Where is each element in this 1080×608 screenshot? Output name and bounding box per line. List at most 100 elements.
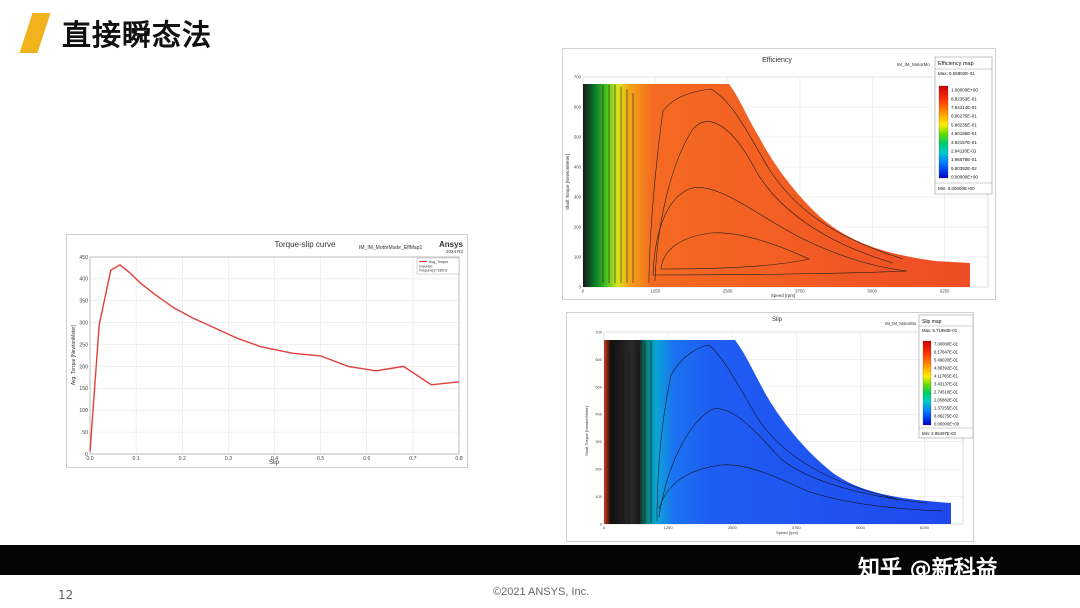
x-tick-label: 5000 [868,288,878,293]
y-tick-label: 300 [79,320,88,326]
colorbar-level-label: 9.80392E-02 [951,166,977,171]
y-tick-label: 300 [595,439,602,444]
y-tick-label: 0 [85,452,88,458]
colorbar-level-label: 1.00000E+00 [951,88,978,93]
colorbar-level-label: 7.84314E-01 [951,105,977,110]
colorbar-level-label: 5.49020E-01 [934,357,959,362]
colorbar-level-label: 1.37255E-01 [934,405,959,410]
x-tick-label: 2500 [728,525,738,530]
colorbar-level-label: 3.92157E-01 [951,140,977,145]
x-tick-label: 1250 [664,525,674,530]
colorbar-min: Min: 2.95497E-03 [922,431,957,436]
slip-map-chart: Slip IM_IM_MotorMo 0 1250 2500 3750 5000 6250… [566,312,974,542]
y-axis-label: Shaft Torque [NewtonMeter] [584,406,589,456]
x-tick-label: 0.5 [317,456,324,462]
colorbar-level-label: 6.17647E-01 [934,349,959,354]
y-tick-label: 600 [574,105,582,110]
x-tick-label: 0.7 [409,456,416,462]
slide-title: 直接瞬态法 [62,18,213,52]
x-tick-label: 2500 [723,288,733,293]
y-tick-label: 200 [79,364,88,370]
brand-version: 2024 R2 [446,249,464,254]
colorbar-level-label: 6.86275E-02 [934,413,959,418]
y-tick-label: 200 [574,225,582,230]
x-tick-label: 6250 [920,525,930,530]
chart-subtitle: IM_IM_MotorMo [885,321,917,326]
colorbar-title: Efficiency map [938,61,974,67]
y-axis-label: Shaft Torque [NewtonMeter] [565,154,570,210]
y-tick-label: 200 [595,467,602,472]
chart-subtitle: IM_IM_MotorMo [897,62,930,67]
x-axis-label: Speed [rpm] [776,530,798,535]
copyright-text: ©2021 ANSYS, Inc. [493,586,590,598]
x-tick-label: 0.3 [225,456,232,462]
efficiency-map-plot: Efficiency IM_IM_MotorMo 0 1250 2500 3750 50… [565,56,993,298]
legend-box: Avg_Torque Imported Frequency='180Hz' [416,257,460,275]
y-tick-label: 100 [595,494,602,499]
colorbar-level-label: 4.80392E-01 [934,365,959,370]
y-tick-label: 700 [574,75,582,80]
y-tick-label: 400 [574,165,582,170]
x-tick-label: 0.1 [133,456,140,462]
y-tick-label: 100 [574,255,582,260]
y-tick-label: 400 [595,412,602,417]
colorbar-swatch [922,340,932,426]
torque-slip-plot: Torque-slip curve IM_IM_MotorMode_EffMap… [71,240,464,466]
chart-title: Efficiency [762,57,792,64]
colorbar-level-label: 0.00000E+00 [951,175,978,180]
slip-map-plot: Slip IM_IM_MotorMo 0 1250 2500 3750 5000 6250… [584,314,973,535]
chart-subtitle: IM_IM_MotorMode_EffMap1 [359,245,422,251]
colorbar-level-label: 1.96078E-01 [951,157,977,162]
x-tick-label: 6250 [940,288,950,293]
y-tick-label: 500 [574,135,582,140]
x-axis-label: Slip [269,460,280,466]
y-tick-label: 350 [79,299,88,305]
y-tick-label: 450 [79,255,88,261]
chart-title: Torque-slip curve [275,240,336,249]
title-accent-bar [19,13,51,53]
colorbar-level-label: 6.86275E-01 [951,114,977,119]
y-tick-label: 300 [574,195,582,200]
colorbar-level-label: 7.00000E-01 [934,341,959,346]
colorbar-level-label: 2.94118E-01 [951,148,977,153]
y-tick-label: 400 [79,277,88,283]
zhihu-watermark: 知乎 @新科益 [858,557,998,582]
y-axis-label: Avg. Torque [NewtonMeter] [71,324,77,385]
colorbar-level-label: 2.05882E-01 [934,397,959,402]
legend-series-sub2: Frequency='180Hz' [419,269,448,273]
colorbar-title: Slip map [922,319,942,325]
x-tick-label: 0.8 [455,456,462,462]
x-tick-label: 0 [603,525,606,530]
colorbar-level-label: 3.43137E-01 [934,381,959,386]
colorbar-level-label: 8.82353E-01 [951,96,977,101]
y-tick-label: 500 [595,384,602,389]
colorbar-max: Max: 6.71950E-01 [922,328,958,333]
legend-series-name: Avg_Torque [429,260,448,264]
colorbar-max: Max: 9.55802E-01 [938,71,975,76]
x-tick-label: 0 [582,288,585,293]
colorbar-legend: Slip map Max: 6.71950E-01 7.00000E-01 6.1… [918,314,973,439]
colorbar-level-label: 5.88235E-01 [951,122,977,127]
colorbar-legend: Efficiency map Max: 9.55802E-01 1.00000E… [934,56,993,195]
x-axis-label: Speed [rpm] [771,293,796,298]
y-tick-label: 50 [82,430,88,436]
colorbar-min: Min: 0.00000E+00 [938,186,975,191]
torque-slip-chart: Torque-slip curve IM_IM_MotorMode_EffMap… [66,234,468,468]
y-tick-label: 150 [79,386,88,392]
x-tick-label: 3750 [795,288,805,293]
y-tick-label: 250 [79,342,88,348]
efficiency-map-chart: Efficiency IM_IM_MotorMo 0 1250 2500 3750 50… [562,48,996,300]
colorbar-level-label: 4.11765E-01 [934,373,958,378]
brand-label: Ansys [439,240,464,249]
colorbar-level-label: 0.00000E+00 [934,421,960,426]
colorbar-swatch [938,85,949,179]
x-tick-label: 5000 [856,525,866,530]
y-tick-label: 100 [79,408,88,414]
chart-title: Slip [772,317,783,323]
x-tick-label: 0.2 [179,456,186,462]
colorbar-level-label: 2.74510E-01 [934,389,959,394]
x-tick-label: 1250 [651,288,661,293]
x-tick-label: 0.6 [363,456,370,462]
y-tick-label: 600 [595,357,602,362]
page-number: 12 [58,588,74,602]
